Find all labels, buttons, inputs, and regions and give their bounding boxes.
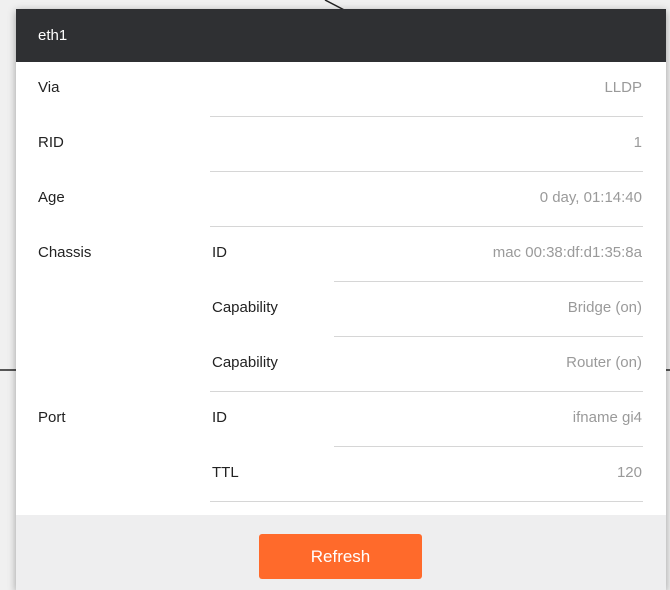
table-row-age: Age 0 day, 01:14:40: [16, 172, 666, 227]
row-value: mac 00:38:df:d1:35:8a: [492, 244, 642, 261]
row-label: Port: [38, 409, 66, 426]
refresh-button[interactable]: Refresh: [259, 534, 422, 579]
table-row-via: Via LLDP: [16, 62, 666, 117]
row-label: Chassis: [38, 244, 92, 261]
row-value: 120: [616, 464, 642, 481]
row-value: Router (on): [566, 354, 642, 371]
row-value: ifname gi4: [572, 409, 642, 426]
row-label: Via: [38, 79, 60, 96]
row-value: 0 day, 01:14:40: [539, 189, 642, 206]
row-sublabel: Capability: [212, 354, 278, 371]
popup-footer: Refresh: [16, 515, 666, 590]
row-label: Age: [38, 189, 65, 206]
table-row-chassis-id: Chassis ID mac 00:38:df:d1:35:8a: [16, 227, 666, 282]
row-divider: [210, 501, 643, 502]
popup-title: eth1: [16, 9, 666, 62]
table-row-ttl: TTL 120: [16, 447, 666, 502]
row-sublabel: TTL: [212, 464, 239, 481]
row-value: Bridge (on): [567, 299, 642, 316]
table-row-rid: RID 1: [16, 117, 666, 172]
row-label: RID: [38, 134, 64, 151]
neighbor-detail-popup: eth1 Via LLDP RID 1 Age 0 day, 01:14:40 …: [16, 9, 666, 590]
row-sublabel: ID: [212, 244, 227, 261]
row-value: 1: [633, 134, 642, 151]
table-row-capability-router: Capability Router (on): [16, 337, 666, 392]
table-row-capability-bridge: Capability Bridge (on): [16, 282, 666, 337]
row-sublabel: Capability: [212, 299, 278, 316]
row-value: LLDP: [604, 79, 642, 96]
table-row-port-id: Port ID ifname gi4: [16, 392, 666, 447]
row-sublabel: ID: [212, 409, 227, 426]
neighbor-info-table: Via LLDP RID 1 Age 0 day, 01:14:40 Chass…: [16, 62, 666, 515]
